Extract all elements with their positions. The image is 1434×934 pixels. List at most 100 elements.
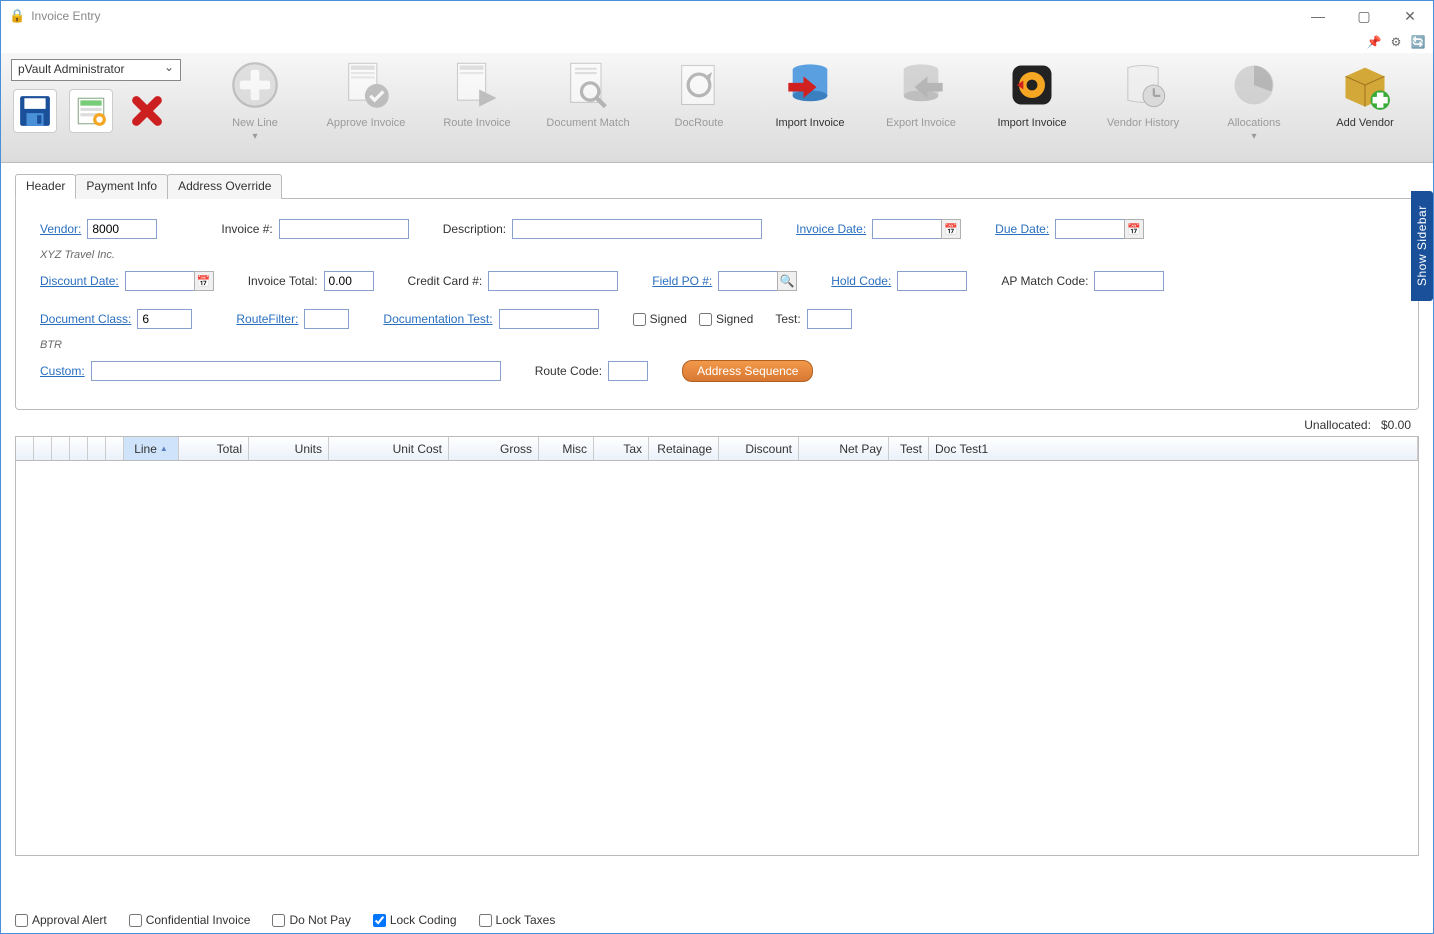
grid-col-discount[interactable]: Discount xyxy=(719,437,799,460)
grid-col-handle[interactable] xyxy=(52,437,70,460)
test-input[interactable] xyxy=(807,309,852,329)
approve-icon xyxy=(340,59,392,111)
doc-class-input[interactable] xyxy=(137,309,192,329)
doc-class-label[interactable]: Document Class: xyxy=(40,312,131,326)
grid-col-test[interactable]: Test xyxy=(889,437,929,460)
description-input[interactable] xyxy=(512,219,762,239)
import-invoice-button[interactable]: Import Invoice xyxy=(760,59,860,142)
minimize-button[interactable]: — xyxy=(1295,1,1341,31)
vendor-history-button[interactable]: Vendor History xyxy=(1093,59,1193,142)
invoice-date-input[interactable] xyxy=(872,219,942,239)
doc-test-input[interactable] xyxy=(499,309,599,329)
discount-date-input[interactable] xyxy=(125,271,195,291)
unallocated-value: $0.00 xyxy=(1381,418,1411,432)
grid-col-tax[interactable]: Tax xyxy=(594,437,649,460)
ap-match-label: AP Match Code: xyxy=(1001,274,1088,288)
invoice-num-label: Invoice #: xyxy=(221,222,272,236)
user-selector[interactable]: pVault Administrator xyxy=(11,59,181,81)
allocations-button[interactable]: Allocations ▾ xyxy=(1204,59,1304,142)
grid-col-misc[interactable]: Misc xyxy=(539,437,594,460)
pin-icon[interactable]: 📌 xyxy=(1365,33,1383,51)
calendar-icon[interactable]: 📅 xyxy=(941,219,961,239)
docroute-button[interactable]: DocRoute xyxy=(649,59,749,142)
approve-invoice-button[interactable]: Approve Invoice xyxy=(316,59,416,142)
confidential-checkbox[interactable]: Confidential Invoice xyxy=(129,913,251,927)
grid-col-handle[interactable] xyxy=(70,437,88,460)
credit-card-label: Credit Card #: xyxy=(408,274,483,288)
due-date-input[interactable] xyxy=(1055,219,1125,239)
address-sequence-button[interactable]: Address Sequence xyxy=(682,360,813,382)
lock-coding-checkbox[interactable]: Lock Coding xyxy=(373,913,457,927)
lines-grid[interactable]: Line▲ Total Units Unit Cost Gross Misc T… xyxy=(15,436,1419,856)
lock-icon: 🔒 xyxy=(9,8,25,24)
ribbon-label: Allocations xyxy=(1227,117,1280,129)
grid-col-handle[interactable] xyxy=(88,437,106,460)
export-invoice-button[interactable]: Export Invoice xyxy=(871,59,971,142)
new-line-button[interactable]: New Line ▾ xyxy=(205,59,305,142)
lookup-icon[interactable]: 🔍 xyxy=(777,271,797,291)
grid-col-retainage[interactable]: Retainage xyxy=(649,437,719,460)
magnify-icon xyxy=(562,59,614,111)
grid-col-handle[interactable] xyxy=(34,437,52,460)
main-content: Header Payment Info Address Override Ven… xyxy=(1,163,1433,866)
document-match-button[interactable]: Document Match xyxy=(538,59,638,142)
grid-col-handle[interactable] xyxy=(106,437,124,460)
signed-checkbox-2[interactable]: Signed xyxy=(699,312,753,326)
save-button[interactable] xyxy=(13,89,57,133)
grid-col-total[interactable]: Total xyxy=(179,437,249,460)
gear-icon[interactable]: ⚙ xyxy=(1387,33,1405,51)
ribbon-label: Approve Invoice xyxy=(327,117,406,129)
grid-col-gross[interactable]: Gross xyxy=(449,437,539,460)
template-button[interactable] xyxy=(69,89,113,133)
close-button[interactable]: ✕ xyxy=(1387,1,1433,31)
route-code-input[interactable] xyxy=(608,361,648,381)
tab-header[interactable]: Header xyxy=(15,174,76,199)
invoice-num-input[interactable] xyxy=(279,219,409,239)
vendor-label[interactable]: Vendor: xyxy=(40,222,81,236)
doc-test-label[interactable]: Documentation Test: xyxy=(383,312,492,326)
routefilter-label[interactable]: RouteFilter: xyxy=(236,312,298,326)
ribbon-toolbar: pVault Administrator New Line ▾ Approve … xyxy=(1,53,1433,163)
grid-col-handle[interactable] xyxy=(16,437,34,460)
grid-col-units[interactable]: Units xyxy=(249,437,329,460)
history-icon xyxy=(1117,59,1169,111)
lock-taxes-checkbox[interactable]: Lock Taxes xyxy=(479,913,556,927)
import-invoice-button-2[interactable]: Import Invoice xyxy=(982,59,1082,142)
credit-card-input[interactable] xyxy=(488,271,618,291)
vendor-input[interactable] xyxy=(87,219,157,239)
grid-col-unit-cost[interactable]: Unit Cost xyxy=(329,437,449,460)
routefilter-input[interactable] xyxy=(304,309,349,329)
calendar-icon[interactable]: 📅 xyxy=(194,271,214,291)
refresh-icon[interactable]: 🔄 xyxy=(1409,33,1427,51)
due-date-label[interactable]: Due Date: xyxy=(995,222,1049,236)
ap-match-input[interactable] xyxy=(1094,271,1164,291)
invoice-total-input[interactable] xyxy=(324,271,374,291)
window-title: Invoice Entry xyxy=(31,9,100,23)
grid-col-line[interactable]: Line▲ xyxy=(124,437,179,460)
hold-code-label[interactable]: Hold Code: xyxy=(831,274,891,288)
sort-asc-icon: ▲ xyxy=(160,444,168,453)
maximize-button[interactable]: ▢ xyxy=(1341,1,1387,31)
pie-icon xyxy=(1228,59,1280,111)
grid-col-doc-test1[interactable]: Doc Test1 xyxy=(929,437,1418,460)
delete-button[interactable] xyxy=(125,89,169,133)
hold-code-input[interactable] xyxy=(897,271,967,291)
ribbon-label: Add Vendor xyxy=(1336,117,1394,129)
route-invoice-button[interactable]: Route Invoice xyxy=(427,59,527,142)
custom-label[interactable]: Custom: xyxy=(40,364,85,378)
discount-date-label[interactable]: Discount Date: xyxy=(40,274,119,288)
do-not-pay-checkbox[interactable]: Do Not Pay xyxy=(272,913,350,927)
approval-alert-checkbox[interactable]: Approval Alert xyxy=(15,913,107,927)
signed-checkbox-1[interactable]: Signed xyxy=(633,312,687,326)
invoice-date-label[interactable]: Invoice Date: xyxy=(796,222,866,236)
custom-input[interactable] xyxy=(91,361,501,381)
field-po-input[interactable] xyxy=(718,271,778,291)
chevron-down-icon: ▾ xyxy=(252,131,257,142)
calendar-icon[interactable]: 📅 xyxy=(1124,219,1144,239)
tab-address-override[interactable]: Address Override xyxy=(167,174,282,199)
show-sidebar-tab[interactable]: Show Sidebar xyxy=(1411,191,1433,301)
add-vendor-button[interactable]: Add Vendor xyxy=(1315,59,1415,142)
tab-payment-info[interactable]: Payment Info xyxy=(75,174,168,199)
field-po-label[interactable]: Field PO #: xyxy=(652,274,712,288)
grid-col-net-pay[interactable]: Net Pay xyxy=(799,437,889,460)
